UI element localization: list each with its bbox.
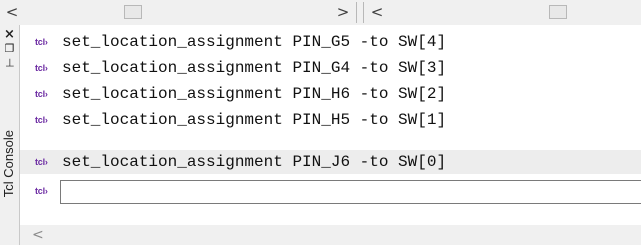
scroll-left-arrow-icon[interactable]: < [2, 1, 22, 23]
command-text: set_location_assignment PIN_G4 -to SW[3] [62, 59, 447, 77]
scroll-thumb[interactable] [124, 5, 142, 19]
scroll-divider [363, 2, 364, 23]
command-text: set_location_assignment PIN_H6 -to SW[2] [62, 85, 447, 103]
console-line: tcl› set_location_assignment PIN_H5 -to … [20, 108, 641, 132]
pin-icon[interactable]: ⊣ [3, 56, 16, 69]
tab-tcl-console[interactable]: Tcl Console [1, 130, 17, 197]
float-icon[interactable]: ❐ [3, 42, 16, 55]
bottom-scrollbar: < [20, 225, 641, 245]
console-line-selected: tcl› set_location_assignment PIN_J6 -to … [20, 150, 641, 174]
scroll-thumb-2[interactable] [549, 5, 567, 19]
scroll-left-arrow-icon-2[interactable]: < [367, 1, 387, 23]
tcl-prompt-icon: tcl› [35, 37, 48, 47]
command-text: set_location_assignment PIN_G5 -to SW[4] [62, 33, 447, 51]
console-line: tcl› set_location_assignment PIN_G4 -to … [20, 56, 641, 80]
console-line: tcl› set_location_assignment PIN_H6 -to … [20, 82, 641, 106]
scroll-divider [356, 2, 357, 23]
scroll-right-arrow-icon[interactable]: > [333, 1, 353, 23]
console-tool-strip: × ❐ ⊣ Tcl Console [0, 25, 20, 245]
console-input-row: tcl› [20, 180, 641, 210]
command-text: set_location_assignment PIN_H5 -to SW[1] [62, 111, 447, 129]
tcl-prompt-icon: tcl› [35, 89, 48, 99]
top-scrollbar-area: < > < [0, 0, 641, 26]
scroll-left-arrow-icon-bottom[interactable]: < [32, 225, 44, 245]
tcl-prompt-icon: tcl› [35, 115, 48, 125]
tcl-console: tcl› set_location_assignment PIN_G5 -to … [20, 25, 641, 245]
command-text: set_location_assignment PIN_J6 -to SW[0] [62, 153, 447, 171]
tcl-prompt-icon: tcl› [35, 157, 48, 167]
tcl-prompt-icon: tcl› [35, 63, 48, 73]
console-line: tcl› set_location_assignment PIN_G5 -to … [20, 30, 641, 54]
close-icon[interactable]: × [3, 28, 16, 41]
tcl-prompt-icon: tcl› [35, 186, 48, 196]
tcl-command-input[interactable] [60, 180, 641, 204]
